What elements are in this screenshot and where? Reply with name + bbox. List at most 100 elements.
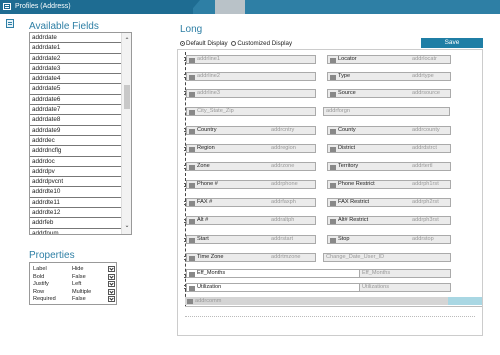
field-name: addrline3 xyxy=(197,90,221,96)
properties-panel: Label Hide Bold False Justify Left Row M… xyxy=(29,262,117,305)
field-label: District xyxy=(338,145,356,151)
available-field-item[interactable]: addrdate1 xyxy=(30,43,122,54)
property-select[interactable] xyxy=(108,266,115,272)
field-source[interactable]: Source addrsource xyxy=(327,89,451,98)
field-name: addraltph xyxy=(271,217,295,223)
field-eff-months[interactable]: Eff_Months Eff_Months xyxy=(186,269,451,278)
field-country[interactable]: Country addrcntry xyxy=(186,126,316,135)
property-value: False xyxy=(72,273,86,280)
property-row-row: Row Multiple xyxy=(33,288,117,296)
list-icon[interactable] xyxy=(6,19,14,28)
field-city-state-zip[interactable]: City_State_Zip xyxy=(186,107,316,116)
fields-scrollbar[interactable]: ⌃ ⌄ xyxy=(121,33,131,234)
property-label: Row xyxy=(33,288,45,295)
available-field-item[interactable]: addrdate3 xyxy=(30,64,122,75)
available-field-item[interactable]: addrdate2 xyxy=(30,54,122,64)
field-time-zone[interactable]: Time Zone addrtmzone xyxy=(186,253,316,262)
field-region[interactable]: Region addregion xyxy=(186,144,316,153)
customized-display-label: Customized Display xyxy=(237,40,293,47)
available-field-item[interactable]: addrdoc xyxy=(30,157,122,167)
scroll-down-icon[interactable]: ⌄ xyxy=(123,222,131,230)
field-name: addrlocatr xyxy=(412,56,437,62)
property-label: Required xyxy=(33,296,56,302)
field-name: addrfaxph xyxy=(271,199,296,205)
field-phone[interactable]: Phone # addrphone xyxy=(186,180,316,189)
field-name: addrtype xyxy=(412,73,434,79)
available-field-item[interactable]: addrdate5 xyxy=(30,84,122,95)
title-bar: Profiles (Address) xyxy=(0,0,500,14)
field-territory[interactable]: Territory addrtertl xyxy=(327,162,451,171)
window-icon xyxy=(3,3,11,10)
available-field-item[interactable]: addrdncflg xyxy=(30,146,122,157)
available-field-item[interactable]: addrdte10 xyxy=(30,187,122,198)
field-name: addrcomm xyxy=(195,298,222,304)
field-type[interactable]: Type addrtype xyxy=(327,72,451,81)
field-label: Time Zone xyxy=(197,254,224,260)
available-field-item[interactable]: addrdpvcnt xyxy=(30,177,122,188)
field-label: Utilization xyxy=(197,284,222,290)
field-name: addrzone xyxy=(271,163,295,169)
available-field-item[interactable]: addrdec xyxy=(30,136,122,147)
default-display-radio[interactable] xyxy=(180,41,185,46)
field-start[interactable]: Start addrstart xyxy=(186,235,316,244)
field-label: County xyxy=(338,127,356,133)
field-label: FAX # xyxy=(197,199,213,205)
field-stop[interactable]: Stop addrstop xyxy=(327,235,451,244)
field-fax[interactable]: FAX # addrfaxph xyxy=(186,198,316,207)
scroll-thumb[interactable] xyxy=(124,85,130,109)
save-button[interactable]: Save xyxy=(421,38,483,48)
property-label: Label xyxy=(33,266,47,272)
property-select[interactable] xyxy=(108,281,115,287)
property-value: Left xyxy=(72,281,82,287)
default-display-label: Default Display xyxy=(186,40,228,47)
field-alt[interactable]: Alt # addraltph xyxy=(186,216,316,225)
field-addrline2[interactable]: addrline2 xyxy=(186,72,316,81)
properties-title: Properties xyxy=(29,250,75,261)
field-name: addrsource xyxy=(412,90,440,96)
available-field-item[interactable]: addrdate8 xyxy=(30,115,122,126)
field-fax-restrict[interactable]: FAX Restrict addrph2rst xyxy=(327,198,451,207)
scroll-up-icon[interactable]: ⌃ xyxy=(123,37,131,45)
customized-display-radio[interactable] xyxy=(231,41,237,46)
available-field-item[interactable]: addrdate xyxy=(30,33,122,44)
field-name: addrcounty xyxy=(412,127,440,133)
field-name: addrline1 xyxy=(197,56,221,62)
field-addrline1[interactable]: addrline1 xyxy=(186,55,316,64)
field-name: Eff_Months xyxy=(359,270,450,277)
field-addrforgn[interactable]: addrforgn xyxy=(323,107,450,116)
field-utilization[interactable]: Utilization Utilizations xyxy=(186,283,451,292)
field-addrcomm[interactable]: addrcomm xyxy=(185,297,482,305)
field-label: Type xyxy=(338,73,351,79)
property-value: Multiple xyxy=(72,288,92,295)
field-name: addrtertl xyxy=(412,163,433,169)
property-row-label: Label Hide xyxy=(33,266,117,273)
field-phone-restrict[interactable]: Phone Restrict addrph1rst xyxy=(327,180,451,189)
available-field-item[interactable]: addrdate9 xyxy=(30,126,122,136)
field-addrline3[interactable]: addrline3 xyxy=(186,89,316,98)
property-select[interactable] xyxy=(108,288,115,295)
field-county[interactable]: County addrcounty xyxy=(327,126,451,135)
available-field-item[interactable]: addrdate7 xyxy=(30,105,122,116)
property-select[interactable] xyxy=(108,296,115,302)
field-label: City_State_Zip xyxy=(197,108,234,114)
field-change-date-user-id[interactable]: Change_Date_User_ID xyxy=(323,253,451,262)
property-label: Justify xyxy=(33,281,49,287)
available-field-item[interactable]: addrdpv xyxy=(30,167,122,178)
field-district[interactable]: District addrdstrct xyxy=(327,144,451,153)
field-name: addrdstrct xyxy=(412,145,437,151)
available-field-item[interactable]: addrdte11 xyxy=(30,198,122,209)
display-options: Default Display Customized Display xyxy=(180,40,292,48)
available-field-item[interactable]: addrdate4 xyxy=(30,74,122,85)
available-field-item[interactable]: addrdate6 xyxy=(30,95,122,106)
field-label: Zone xyxy=(197,163,210,169)
field-alt-restrict[interactable]: Alt# Restrict addrph3rst xyxy=(327,216,451,225)
field-zone[interactable]: Zone addrzone xyxy=(186,162,316,171)
available-field-item[interactable]: addrdte12 xyxy=(30,208,122,219)
field-locator[interactable]: Locator addrlocatr xyxy=(327,55,451,64)
field-label: Alt# Restrict xyxy=(338,217,369,223)
field-name: addrstart xyxy=(271,236,294,242)
available-field-item[interactable]: addrfnum xyxy=(30,229,122,234)
property-select[interactable] xyxy=(108,273,115,280)
available-fields-list[interactable]: addrdate addrdate1 addrdate2 addrdate3 addrd… xyxy=(29,32,132,235)
available-field-item[interactable]: addrfeb xyxy=(30,218,122,229)
